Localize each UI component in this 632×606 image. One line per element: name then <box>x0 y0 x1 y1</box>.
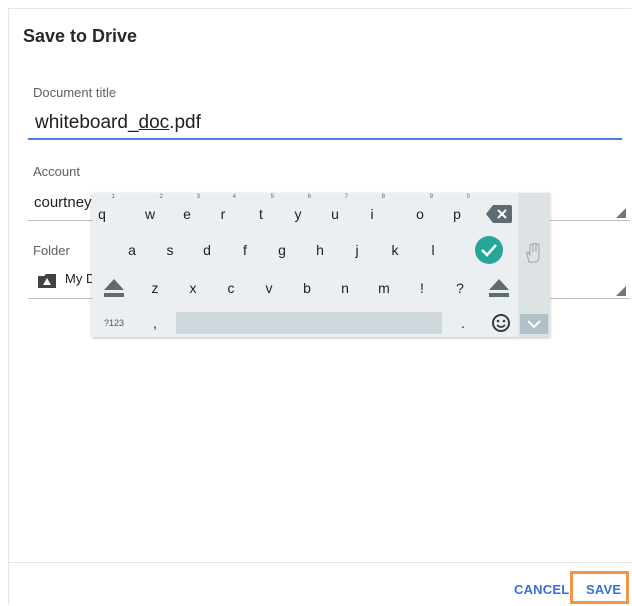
key-v[interactable]: v <box>259 278 279 298</box>
chevron-down-icon <box>527 320 541 329</box>
key-l[interactable]: l <box>423 240 443 260</box>
shift-right-icon[interactable] <box>488 277 510 299</box>
key-a[interactable]: a <box>122 240 142 260</box>
key-f[interactable]: f <box>235 240 255 260</box>
account-label: Account <box>33 164 80 179</box>
key-exclamation[interactable]: ! <box>412 278 432 298</box>
document-title-value: whiteboard_doc.pdf <box>35 112 201 133</box>
account-value: courtney <box>34 194 92 211</box>
key-d[interactable]: d <box>197 240 217 260</box>
dialog-title: Save to Drive <box>23 26 138 46</box>
cancel-button[interactable]: CANCEL <box>514 582 569 597</box>
hand-icon[interactable] <box>524 243 542 263</box>
key-x[interactable]: x <box>183 278 203 298</box>
dropdown-triangle-icon <box>616 208 626 218</box>
key-period[interactable]: . <box>453 313 473 333</box>
key-c[interactable]: c <box>221 278 241 298</box>
space-bar[interactable] <box>176 312 442 334</box>
key-b[interactable]: b <box>297 278 317 298</box>
key-w[interactable]: w2 <box>140 194 163 224</box>
drive-folder-icon <box>38 274 56 288</box>
folder-label: Folder <box>33 243 70 258</box>
key-z[interactable]: z <box>145 278 165 298</box>
hide-keyboard-button[interactable] <box>520 314 548 334</box>
enter-checkmark-icon[interactable] <box>475 236 503 264</box>
key-s[interactable]: s <box>160 240 180 260</box>
key-i[interactable]: i8 <box>362 194 385 224</box>
key-comma[interactable]: , <box>145 313 165 333</box>
key-e[interactable]: e3 <box>177 194 200 224</box>
dropdown-triangle-icon <box>616 286 626 296</box>
key-r[interactable]: r4 <box>213 194 236 224</box>
shift-left-icon[interactable] <box>103 277 125 299</box>
key-h[interactable]: h <box>310 240 330 260</box>
backspace-icon[interactable] <box>486 205 512 223</box>
key-n[interactable]: n <box>335 278 355 298</box>
key-question[interactable]: ? <box>450 278 470 298</box>
key-m[interactable]: m <box>374 278 394 298</box>
key-u[interactable]: u7 <box>325 194 348 224</box>
key-k[interactable]: k <box>385 240 405 260</box>
key-j[interactable]: j <box>347 240 367 260</box>
emoji-icon[interactable] <box>491 313 511 333</box>
document-title-label: Document title <box>33 85 117 100</box>
key-p[interactable]: p0 <box>447 194 470 224</box>
symbols-key[interactable]: ?123 <box>101 313 127 333</box>
key-o[interactable]: o9 <box>410 194 433 224</box>
key-y[interactable]: y6 <box>288 194 312 224</box>
footer-divider <box>9 562 632 563</box>
folder-value: My D <box>65 271 96 286</box>
key-q[interactable]: q1 <box>92 194 115 224</box>
on-screen-keyboard: q1 w2 e3 r4 t5 y6 u7 i8 o9 p0 a s d f g … <box>92 193 550 337</box>
save-button[interactable]: SAVE <box>586 582 621 597</box>
key-g[interactable]: g <box>272 240 292 260</box>
document-title-input[interactable]: whiteboard_doc.pdf <box>28 108 622 140</box>
key-t[interactable]: t5 <box>251 194 274 224</box>
